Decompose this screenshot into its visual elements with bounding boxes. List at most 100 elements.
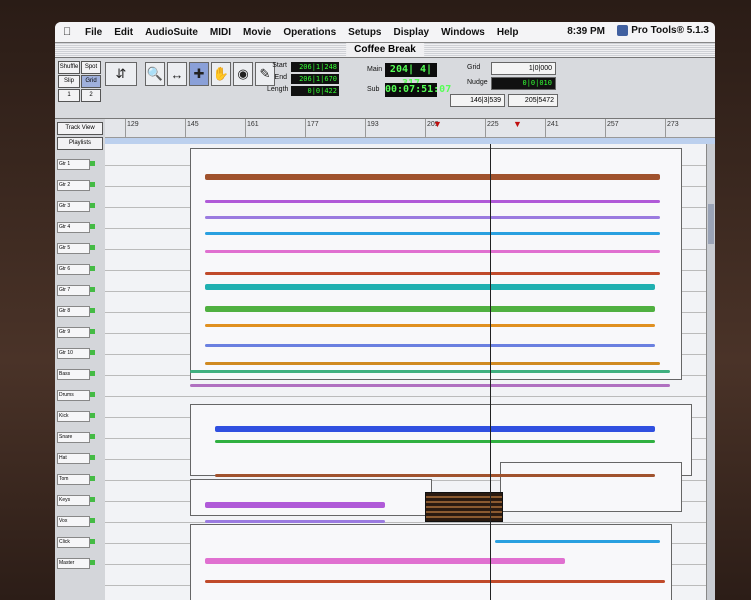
zoom-arrows-icon[interactable]: ⇵	[105, 62, 137, 86]
track-name[interactable]: Bass	[57, 369, 90, 380]
apple-icon[interactable]: 	[63, 26, 79, 38]
spot-mode-button[interactable]: Spot	[81, 61, 101, 74]
length-value[interactable]: 0|0|422	[291, 86, 339, 96]
vertical-scrollbar[interactable]	[706, 144, 715, 600]
timeline-ruler[interactable]: 129 145 161 177 193 209 225 241 257 273 ▼ ▼	[105, 119, 715, 138]
menu-help[interactable]: Help	[497, 27, 519, 38]
track-active-indicator[interactable]	[90, 518, 95, 523]
track-view-button[interactable]: Track View	[57, 122, 103, 135]
track-active-indicator[interactable]	[90, 224, 95, 229]
track-active-indicator[interactable]	[90, 203, 95, 208]
track-name[interactable]: Gtr 2	[57, 180, 90, 191]
track-active-indicator[interactable]	[90, 182, 95, 187]
track-active-indicator[interactable]	[90, 434, 95, 439]
track-name[interactable]: Click	[57, 537, 90, 548]
audio-waveform	[205, 216, 660, 219]
menu-operations[interactable]: Operations	[283, 27, 336, 38]
sub-counter[interactable]: 00:07:51:07	[385, 83, 451, 97]
track-active-indicator[interactable]	[90, 161, 95, 166]
audio-waveform	[205, 232, 660, 235]
menu-edit[interactable]: Edit	[114, 27, 133, 38]
monitor-bezel:  File Edit AudioSuite MIDI Movie Operat…	[0, 0, 751, 600]
playlists-button[interactable]: Playlists	[57, 137, 103, 150]
audio-waveform	[205, 272, 660, 275]
menu-windows[interactable]: Windows	[441, 27, 485, 38]
edit-window-tracks[interactable]	[105, 144, 715, 600]
track-name[interactable]: Gtr 3	[57, 201, 90, 212]
track-name[interactable]: Gtr 4	[57, 222, 90, 233]
slip-mode-button[interactable]: Slip	[58, 75, 80, 88]
track-active-indicator[interactable]	[90, 371, 95, 376]
audio-region[interactable]	[500, 462, 682, 512]
ruler-tick-label: 257	[605, 119, 619, 137]
end-value[interactable]: 206|1|670	[291, 74, 339, 84]
start-marker-icon[interactable]: ▼	[433, 119, 442, 129]
audio-waveform	[205, 344, 655, 347]
track-name[interactable]: Hat	[57, 453, 90, 464]
zoom-preset-button[interactable]: 1	[58, 89, 80, 102]
track-active-indicator[interactable]	[90, 497, 95, 502]
start-value[interactable]: 206|1|248	[291, 62, 339, 72]
track-active-indicator[interactable]	[90, 266, 95, 271]
nudge-value[interactable]: 0|0|010	[491, 77, 556, 90]
track-name[interactable]: Gtr 10	[57, 348, 90, 359]
zoom-preset-button-2[interactable]: 2	[81, 89, 101, 102]
end-marker-icon[interactable]: ▼	[513, 119, 522, 129]
track-active-indicator[interactable]	[90, 245, 95, 250]
track-name[interactable]: Snare	[57, 432, 90, 443]
ruler-tick-label: 129	[125, 119, 139, 137]
main-counter-label: Main	[367, 66, 383, 73]
track-name[interactable]: Gtr 7	[57, 285, 90, 296]
window-title-bar[interactable]: Coffee Break	[55, 43, 715, 58]
audio-waveform	[205, 502, 385, 508]
track-active-indicator[interactable]	[90, 413, 95, 418]
selector-tool-icon[interactable]: ✚	[189, 62, 209, 86]
track-name[interactable]: Vox	[57, 516, 90, 527]
ruler-tick-label: 177	[305, 119, 319, 137]
track-name[interactable]: Gtr 9	[57, 327, 90, 338]
scrollbar-thumb[interactable]	[708, 204, 714, 244]
audio-waveform	[205, 174, 660, 180]
audio-waveform	[205, 200, 660, 203]
application-menu[interactable]: Pro Tools® 5.1.3	[617, 25, 709, 36]
menu-file[interactable]: File	[85, 27, 102, 38]
scrubber-tool-icon[interactable]: ◉	[233, 62, 253, 86]
menu-audiosuite[interactable]: AudioSuite	[145, 27, 198, 38]
track-name[interactable]: Gtr 1	[57, 159, 90, 170]
shuffle-mode-button[interactable]: Shuffle	[58, 61, 80, 74]
track-active-indicator[interactable]	[90, 560, 95, 565]
menu-midi[interactable]: MIDI	[210, 27, 231, 38]
menu-display[interactable]: Display	[394, 27, 430, 38]
main-counter[interactable]: 204| 4| 317	[385, 63, 437, 89]
track-name[interactable]: Gtr 6	[57, 264, 90, 275]
menu-setups[interactable]: Setups	[348, 27, 381, 38]
track-active-indicator[interactable]	[90, 308, 95, 313]
audio-region[interactable]	[190, 479, 432, 516]
track-name[interactable]: Gtr 8	[57, 306, 90, 317]
track-name[interactable]: Keys	[57, 495, 90, 506]
grid-label: Grid	[467, 64, 481, 71]
crossfade-region[interactable]	[425, 492, 503, 522]
track-active-indicator[interactable]	[90, 392, 95, 397]
track-active-indicator[interactable]	[90, 476, 95, 481]
zoomer-tool-icon[interactable]: 🔍	[145, 62, 165, 86]
grid-value[interactable]: 1|0|000	[491, 62, 556, 75]
track-active-indicator[interactable]	[90, 287, 95, 292]
sub-counter-label: Sub	[367, 86, 380, 93]
track-active-indicator[interactable]	[90, 350, 95, 355]
track-name[interactable]: Master	[57, 558, 90, 569]
track-name[interactable]: Gtr 5	[57, 243, 90, 254]
grid-mode-button[interactable]: Grid	[81, 75, 101, 88]
grabber-tool-icon[interactable]: ✋	[211, 62, 231, 86]
track-name[interactable]: Drums	[57, 390, 90, 401]
track-name[interactable]: Kick	[57, 411, 90, 422]
track-name[interactable]: Tom	[57, 474, 90, 485]
audio-waveform	[215, 426, 655, 432]
track-active-indicator[interactable]	[90, 455, 95, 460]
track-active-indicator[interactable]	[90, 539, 95, 544]
menu-movie[interactable]: Movie	[243, 27, 271, 38]
track-active-indicator[interactable]	[90, 329, 95, 334]
trimmer-tool-icon[interactable]: ↔	[167, 62, 187, 86]
ruler-tick-label: 193	[365, 119, 379, 137]
ruler-tick-label: 273	[665, 119, 679, 137]
